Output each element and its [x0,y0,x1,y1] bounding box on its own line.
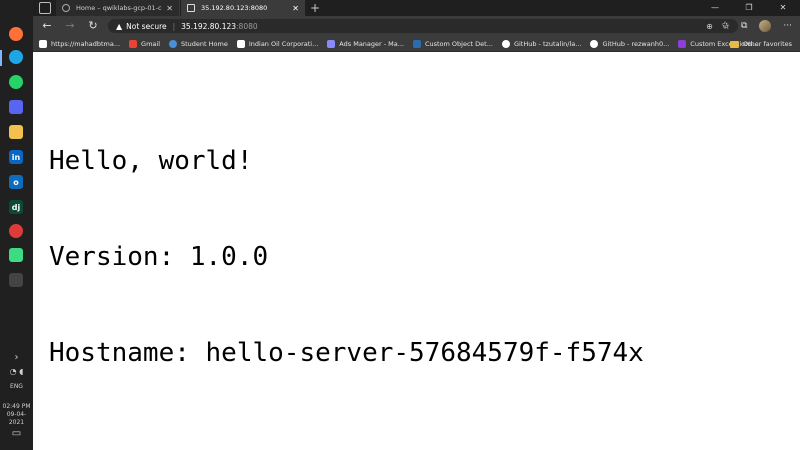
bookmark-label: GitHub - tzutalin/la... [513,39,582,48]
globe-icon [169,39,177,48]
favorites-icon[interactable]: ✩ [721,21,729,31]
bookmark-label: https://mahadbtma... [51,39,121,48]
show-hidden-icons-chevron[interactable]: › [0,352,33,363]
red-app-icon[interactable] [9,224,23,238]
tab-qwiklabs-home[interactable]: Home – qwiklabs-gcp-01-c9e... ✕ [56,0,180,16]
ads-icon [327,39,336,48]
close-tab-icon[interactable]: ✕ [292,4,299,13]
discord-icon[interactable] [9,100,23,114]
linkedin-icon[interactable]: in [9,150,23,164]
refresh-button[interactable]: ↻ [85,18,101,34]
bookmark-label: Ads Manager - Ma... [339,39,404,48]
language-indicator[interactable]: ENG [0,383,33,390]
gmail-icon [129,39,138,48]
restore-button[interactable]: ❐ [732,0,766,16]
bookmark-item[interactable]: https://mahadbtma... [39,39,121,48]
bookmark-label: Custom Object Det... [424,39,493,48]
close-window-button[interactable]: ✕ [766,0,800,16]
exceptions-icon [678,39,687,48]
response-text: Hello, world! Version: 1.0.0 Hostname: h… [49,81,644,433]
clock[interactable]: 02:49 PM 09-04-2021 [0,403,33,427]
bookmark-item[interactable]: GitHub - tzutalin/la... [501,39,582,48]
version-line: Version: 1.0.0 [49,242,269,272]
window-controls: — ❐ ✕ [698,0,800,16]
browser-toolbar: ← → ↻ ▲ Not secure | 35.192.80.123:8080 … [33,16,800,36]
address-separator: | [172,21,176,31]
tab-actions-menu-icon[interactable] [39,2,51,14]
settings-more-icon[interactable]: ··· [783,21,792,31]
zoom-icon[interactable]: ⊕ [706,22,713,31]
notification-icon[interactable]: ▭ [0,428,33,439]
forward-button[interactable]: → [62,18,78,34]
github-icon [501,39,510,48]
clock-date: 09-04-2021 [6,411,27,426]
not-secure-label[interactable]: Not secure [126,22,166,31]
network-volume-icon[interactable]: ◔ ◖ [0,367,33,376]
django-icon[interactable]: dj [9,200,23,214]
hostname-line: Hostname: hello-server-57684579f-f574x [49,338,644,368]
outlook-icon[interactable]: o [9,175,23,189]
whatsapp-icon[interactable] [9,75,23,89]
bookmark-label: Student Home [181,39,228,48]
address-bar[interactable]: ▲ Not secure | 35.192.80.123:8080 ⊕ ☆ [108,19,738,33]
clock-time: 02:49 PM [2,403,31,410]
file-explorer-icon[interactable] [9,125,23,139]
bookmark-item[interactable]: GitHub - rezwanh0... [590,39,670,48]
other-favorites-folder[interactable]: Other favorites [729,36,792,52]
tab-strip: Home – qwiklabs-gcp-01-c9e... ✕ 35.192.8… [33,0,800,16]
back-button[interactable]: ← [39,18,55,34]
profile-avatar[interactable] [759,20,772,32]
page-icon [187,4,195,12]
active-app-indicator [0,50,2,66]
bookmark-item[interactable]: Student Home [169,39,228,48]
url-port: :8080 [236,21,258,31]
bookmark-item[interactable]: Indian Oil Corporati... [236,39,319,48]
url-host: 35.192.80.123 [181,21,237,31]
minimize-button[interactable]: — [698,0,732,16]
bookmark-label: Gmail [141,39,160,48]
bookmark-item[interactable]: Custom Object Det... [412,39,493,48]
tab-title: 35.192.80.123:8080 [201,4,268,12]
start-button[interactable] [0,0,33,16]
folder-icon [729,40,739,48]
bookmark-label: GitHub - rezwanh0... [602,39,670,48]
bookmark-item[interactable]: Gmail [129,39,160,48]
loading-icon [62,4,70,12]
collections-icon[interactable]: ⧉ [741,21,747,31]
tab-hello-server[interactable]: 35.192.80.123:8080 ✕ [181,0,305,16]
salesforce-icon [412,39,421,48]
close-tab-icon[interactable]: ✕ [166,4,173,13]
android-studio-icon[interactable] [9,248,23,262]
tab-title: Home – qwiklabs-gcp-01-c9e... [76,4,162,12]
page-icon [39,39,47,48]
firefox-icon[interactable] [9,27,23,41]
new-tab-button[interactable]: + [310,0,320,16]
page-icon [236,39,245,48]
toolbar-actions: ✩ ⧉ ··· [721,18,792,34]
github-icon [590,39,599,48]
warning-icon[interactable]: ▲ [116,22,122,31]
windows-taskbar: in o dj › ◔ ◖ ENG 02:49 PM 09-04-2021 ▭ [0,0,33,450]
terminal-icon[interactable] [9,273,23,287]
bookmark-label: Indian Oil Corporati... [248,39,319,48]
favorites-bar: https://mahadbtma... Gmail Student Home Ind… [33,36,800,52]
edge-icon[interactable] [9,50,23,64]
page-content: Hello, world! Version: 1.0.0 Hostname: h… [33,52,800,450]
greeting-line: Hello, world! [49,146,253,176]
bookmark-item[interactable]: Ads Manager - Ma... [327,39,404,48]
other-favorites-label: Other favorites [742,40,792,48]
